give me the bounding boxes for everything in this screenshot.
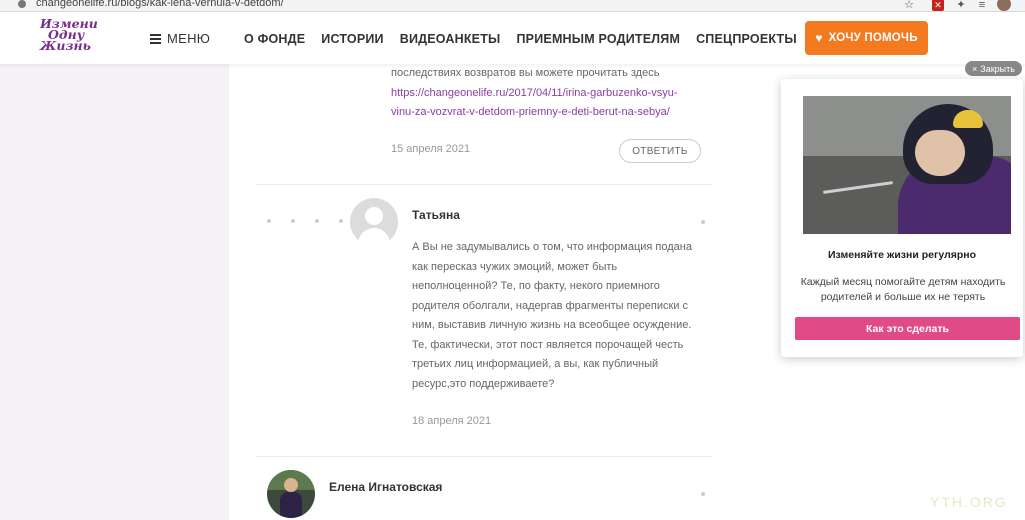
menu-label: МЕНЮ	[167, 31, 211, 46]
avatar	[350, 198, 398, 246]
logo-line-3: Жизнь	[40, 38, 91, 53]
comment-menu-dot[interactable]	[701, 492, 705, 496]
help-button[interactable]: ♥ ХОЧУ ПОМОЧЬ	[805, 21, 928, 55]
comment-line: ресурс,это поддерживаете?	[412, 377, 555, 390]
nav-item-about[interactable]: О ФОНДЕ	[244, 32, 305, 46]
reply-button[interactable]: ОТВЕТИТЬ	[619, 139, 701, 163]
profile-avatar[interactable]	[997, 0, 1011, 11]
browser-toolbar: changeonelife.ru/blogs/kak-lena-vernula-…	[0, 0, 1025, 12]
divider	[256, 184, 712, 185]
nav-item-video[interactable]: ВИДЕОАНКЕТЫ	[400, 32, 501, 46]
extension-icon[interactable]: ✕	[932, 0, 944, 11]
popup-text-line: Каждый месяц помогайте детям находить	[800, 276, 1006, 288]
site-header: Измени Одну Жизнь МЕНЮ О ФОНДЕ ИСТОРИИ В…	[0, 12, 1025, 64]
hamburger-icon	[150, 34, 161, 44]
child-photo	[803, 96, 1011, 234]
nav-item-special[interactable]: СПЕЦПРОЕКТЫ	[696, 32, 797, 46]
how-to-button[interactable]: Как это сделать	[795, 317, 1020, 340]
divider	[256, 456, 712, 457]
heart-icon: ♥	[815, 31, 823, 45]
main-nav: О ФОНДЕ ИСТОРИИ ВИДЕОАНКЕТЫ ПРИЕМНЫМ РОД…	[244, 32, 813, 46]
avatar	[267, 470, 315, 518]
comment-link[interactable]: https://changeonelife.ru/2017/04/11/irin…	[391, 84, 678, 104]
popup-text-line: родителей и больше их не терять	[820, 291, 986, 303]
close-icon: ×	[972, 63, 978, 74]
comments-section: последствиях возвратов вы можете прочита…	[229, 64, 750, 520]
comment-line: третьих лиц информацией, а вы, как публи…	[412, 358, 659, 370]
comment-text: А Вы не задумывались о том, что информац…	[412, 238, 692, 394]
comment-line: родителя оболгали, надергав фрагменты пе…	[412, 299, 689, 312]
comment-text: последствиях возвратов вы можете прочита…	[391, 64, 678, 123]
menu-button[interactable]: МЕНЮ	[150, 31, 210, 46]
nav-item-stories[interactable]: ИСТОРИИ	[321, 32, 383, 46]
popup-title: Изменяйте жизни регулярно	[827, 249, 977, 261]
comment-date: 18 апреля 2021	[412, 415, 492, 427]
comment-author: Елена Игнатовская	[329, 480, 443, 494]
media-icon[interactable]: ≡	[976, 0, 988, 11]
watermark: YTH.ORG	[930, 494, 1008, 510]
puzzle-icon[interactable]: ✦	[955, 0, 967, 11]
left-sidebar	[0, 64, 229, 520]
comment-link[interactable]: vinu-za-vozvrat-v-detdom-priemny-e-deti-…	[391, 103, 678, 123]
bookmark-star-icon[interactable]: ☆	[903, 0, 915, 11]
comment-line: ним, выставив личную жизнь на всеобщее о…	[412, 319, 692, 331]
comment-menu-dot[interactable]	[701, 220, 705, 224]
comment-line: А Вы не задумывались о том, что информац…	[412, 241, 692, 253]
address-bar[interactable]: changeonelife.ru/blogs/kak-lena-vernula-…	[36, 0, 284, 9]
comment-date: 15 апреля 2021	[391, 143, 471, 155]
popup-close-button[interactable]: × Закрыть	[965, 61, 1022, 76]
comment-line: неполноценной? Те, по факту, некого прие…	[412, 280, 660, 292]
nav-item-parents[interactable]: ПРИЕМНЫМ РОДИТЕЛЯМ	[517, 32, 681, 46]
comment-line: последствиях возвратов вы можете прочита…	[391, 67, 660, 79]
site-info-icon[interactable]	[18, 0, 26, 8]
help-button-label: ХОЧУ ПОМОЧЬ	[828, 32, 918, 44]
comment-line: Те, фактически, этот пост является пороч…	[412, 338, 684, 351]
donation-popup: Изменяйте жизни регулярно Каждый месяц п…	[781, 79, 1023, 357]
close-label: Закрыть	[980, 63, 1015, 74]
site-logo[interactable]: Измени Одну Жизнь	[40, 17, 100, 53]
popup-text: Каждый месяц помогайте детям находить ро…	[799, 275, 1007, 305]
comment-author: Татьяна	[412, 208, 460, 222]
thread-dots	[267, 219, 343, 223]
comment-line: как пересказ чужих эмоций, может быть	[412, 260, 618, 273]
